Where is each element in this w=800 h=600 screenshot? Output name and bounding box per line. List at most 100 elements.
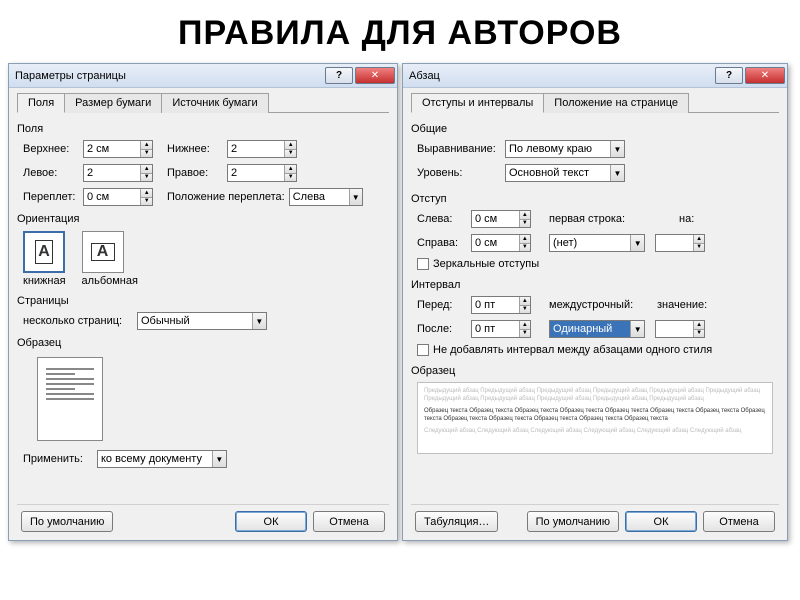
spin-up-icon[interactable]: ▲ [520,235,530,244]
space-after-input[interactable]: ▲▼ [471,320,531,338]
outline-level-combo[interactable]: ▼ [505,164,625,182]
portrait-label: книжная [23,275,66,287]
spin-up-icon[interactable]: ▲ [285,165,296,174]
titlebar: Параметры страницы ? ✕ [9,64,397,88]
line-spacing-combo[interactable]: ▼ [549,320,645,338]
spacing-at-input[interactable]: ▲▼ [655,320,705,338]
spin-down-icon[interactable]: ▼ [694,244,704,252]
sample-group-label: Образец [411,365,779,377]
no-space-same-style-checkbox[interactable]: Не добавлять интервал между абзацами одн… [417,344,712,356]
tab-paper-source[interactable]: Источник бумаги [161,93,268,113]
tab-paper-size[interactable]: Размер бумаги [64,93,162,113]
orientation-group-label: Ориентация [17,213,389,225]
paragraph-preview: Предыдущий абзац Предыдущий абзац Предыд… [417,382,773,454]
spin-down-icon[interactable]: ▼ [141,174,152,182]
spin-down-icon[interactable]: ▼ [141,198,152,206]
general-group-label: Общие [411,123,779,135]
spin-up-icon[interactable]: ▲ [141,189,152,198]
chevron-down-icon[interactable]: ▼ [630,235,644,251]
tabs-button[interactable]: Табуляция… [415,511,498,532]
left-margin-input[interactable]: ▲▼ [83,164,153,182]
help-button[interactable]: ? [325,67,353,84]
space-before-input[interactable]: ▲▼ [471,296,531,314]
spin-down-icon[interactable]: ▼ [285,150,296,158]
bottom-margin-label: Нижнее: [167,143,223,155]
paragraph-dialog: Абзац ? ✕ Отступы и интервалы Положение … [402,63,788,541]
spin-up-icon[interactable]: ▲ [520,321,530,330]
indent-by-input[interactable]: ▲▼ [655,234,705,252]
help-button[interactable]: ? [715,67,743,84]
gutter-pos-combo[interactable]: ▼ [289,188,363,206]
spin-up-icon[interactable]: ▲ [694,321,704,330]
top-margin-label: Верхнее: [23,143,79,155]
tab-indents-spacing[interactable]: Отступы и интервалы [411,93,544,113]
chevron-down-icon[interactable]: ▼ [610,165,624,181]
orientation-landscape[interactable]: A [82,231,124,273]
chevron-down-icon[interactable]: ▼ [212,451,226,467]
tab-strip: Отступы и интервалы Положение на страниц… [411,92,779,113]
spin-down-icon[interactable]: ▼ [520,330,530,338]
landscape-icon: A [91,243,115,261]
apply-to-combo[interactable]: ▼ [97,450,227,468]
ok-button[interactable]: ОК [235,511,307,532]
chevron-down-icon[interactable]: ▼ [630,321,644,337]
page-preview [37,357,103,441]
space-after-label: После: [417,323,467,335]
line-spacing-label: междустрочный: [549,299,635,311]
mirror-indents-checkbox[interactable]: Зеркальные отступы [417,258,539,270]
chevron-down-icon[interactable]: ▼ [349,189,362,205]
spin-up-icon[interactable]: ▲ [694,235,704,244]
spin-up-icon[interactable]: ▲ [520,297,530,306]
default-button[interactable]: По умолчанию [21,511,113,532]
space-before-label: Перед: [417,299,467,311]
indent-right-input[interactable]: ▲▼ [471,234,531,252]
gutter-input[interactable]: ▲▼ [83,188,153,206]
close-button[interactable]: ✕ [745,67,785,84]
no-space-same-style-label: Не добавлять интервал между абзацами одн… [433,344,712,356]
cancel-button[interactable]: Отмена [703,511,775,532]
indent-right-label: Справа: [417,237,467,249]
titlebar: Абзац ? ✕ [403,64,787,88]
spin-down-icon[interactable]: ▼ [520,220,530,228]
multi-pages-label: несколько страниц: [23,315,133,327]
spin-down-icon[interactable]: ▼ [694,330,704,338]
spin-down-icon[interactable]: ▼ [285,174,296,182]
tab-margins[interactable]: Поля [17,93,65,113]
indent-left-input[interactable]: ▲▼ [471,210,531,228]
ok-button[interactable]: ОК [625,511,697,532]
page-setup-dialog: Параметры страницы ? ✕ Поля Размер бумаг… [8,63,398,541]
chevron-down-icon[interactable]: ▼ [252,313,266,329]
default-button[interactable]: По умолчанию [527,511,619,532]
page-heading: ПРАВИЛА ДЛЯ АВТОРОВ [0,0,800,63]
right-margin-input[interactable]: ▲▼ [227,164,297,182]
first-line-combo[interactable]: ▼ [549,234,645,252]
sample-group-label: Образец [17,337,389,349]
orientation-portrait[interactable]: A [23,231,65,273]
spacing-group-label: Интервал [411,279,779,291]
apply-to-label: Применить: [23,453,93,465]
bottom-margin-input[interactable]: ▲▼ [227,140,297,158]
tab-line-breaks[interactable]: Положение на странице [543,93,689,113]
close-button[interactable]: ✕ [355,67,395,84]
multi-pages-combo[interactable]: ▼ [137,312,267,330]
indent-left-label: Слева: [417,213,467,225]
spin-down-icon[interactable]: ▼ [520,244,530,252]
spin-up-icon[interactable]: ▲ [141,141,152,150]
cancel-button[interactable]: Отмена [313,511,385,532]
chevron-down-icon[interactable]: ▼ [610,141,624,157]
spin-down-icon[interactable]: ▼ [141,150,152,158]
spacing-at-label: значение: [657,299,707,311]
spin-up-icon[interactable]: ▲ [285,141,296,150]
top-margin-input[interactable]: ▲▼ [83,140,153,158]
gutter-label: Переплет: [23,191,79,203]
mirror-indents-label: Зеркальные отступы [433,258,539,270]
spin-up-icon[interactable]: ▲ [520,211,530,220]
landscape-label: альбомная [82,275,138,287]
spin-down-icon[interactable]: ▼ [520,306,530,314]
margins-group-label: Поля [17,123,389,135]
portrait-icon: A [35,240,53,264]
tab-strip: Поля Размер бумаги Источник бумаги [17,92,389,113]
spin-up-icon[interactable]: ▲ [141,165,152,174]
alignment-combo[interactable]: ▼ [505,140,625,158]
first-line-label: первая строка: [549,213,635,225]
